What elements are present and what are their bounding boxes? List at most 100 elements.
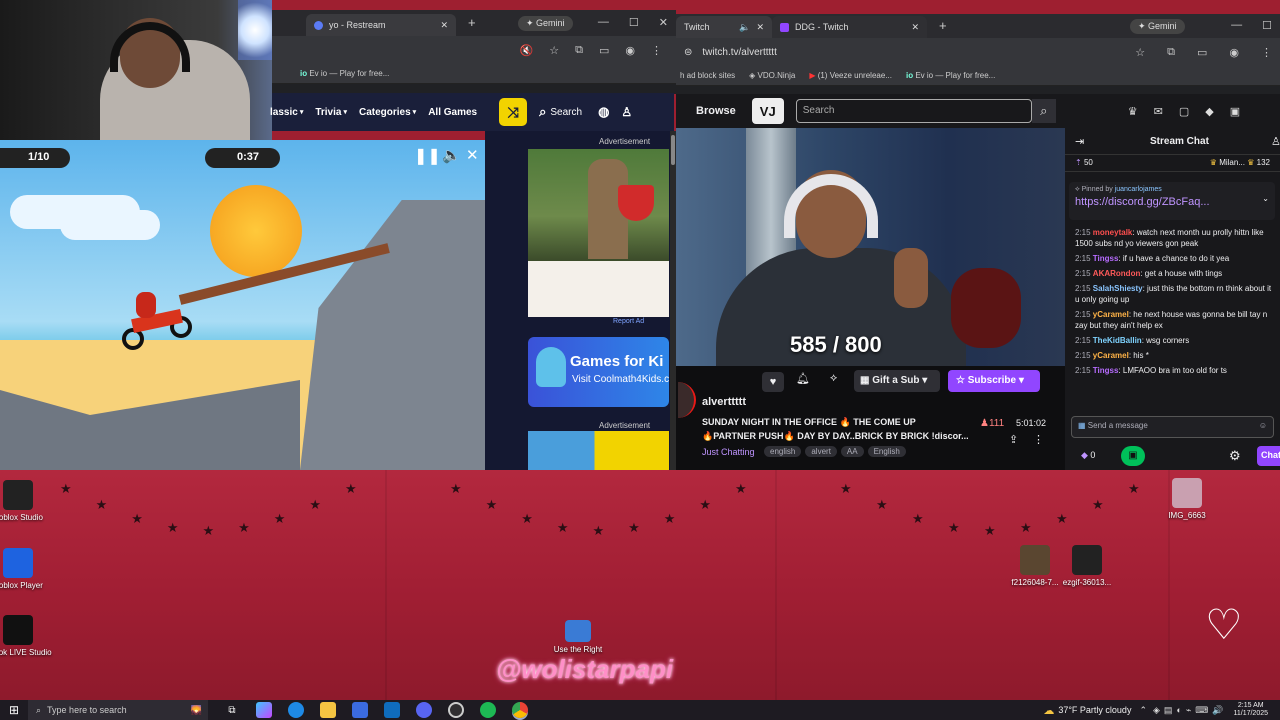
chat-username[interactable]: Tingss bbox=[1093, 254, 1119, 263]
gift-sub-button[interactable]: ▦ Gift a Sub ▾ bbox=[854, 370, 940, 392]
site-info-icon[interactable]: ⊜ bbox=[684, 47, 692, 58]
chat-username[interactable]: AKARondon bbox=[1093, 269, 1141, 278]
tray-chevron-icon[interactable]: ⌃ bbox=[1139, 705, 1147, 716]
file-explorer-icon[interactable] bbox=[320, 702, 336, 718]
close-icon[interactable]: ✕ bbox=[756, 22, 764, 33]
gemini-button[interactable]: ✦ Gemini bbox=[1130, 19, 1185, 34]
pause-button[interactable]: ❚❚ bbox=[414, 146, 441, 168]
report-ad-link[interactable]: Report Ad bbox=[613, 318, 644, 325]
emote-icon[interactable]: ▦ bbox=[1078, 421, 1088, 430]
share-icon[interactable]: ⇪ bbox=[1009, 433, 1018, 446]
more-icon[interactable]: ⋮ bbox=[1033, 433, 1044, 446]
tag[interactable]: alvert bbox=[805, 446, 837, 457]
nav-item[interactable]: All Games bbox=[428, 107, 477, 118]
bookmark-evio[interactable]: io Ev io — Play for free... bbox=[300, 69, 389, 78]
profile-icon[interactable]: ◉ bbox=[625, 44, 635, 57]
ad-bottom-image[interactable] bbox=[528, 431, 669, 471]
minimize-icon[interactable]: — bbox=[598, 16, 609, 29]
browse-link[interactable]: Browse bbox=[696, 105, 736, 117]
discord-icon[interactable] bbox=[416, 702, 432, 718]
close-icon[interactable]: ✕ bbox=[911, 22, 919, 33]
desktop-icon-image-2[interactable]: ezgif-36013... bbox=[1052, 545, 1122, 587]
subscribe-button[interactable]: ☆ Subscribe ▾ bbox=[948, 370, 1040, 392]
clock[interactable]: 2:15 AM 11/17/2025 bbox=[1233, 702, 1268, 718]
globe-icon[interactable]: ◍ bbox=[598, 104, 609, 120]
bookmark-item[interactable]: ▶ (1) Veeze unreleae... bbox=[809, 71, 892, 80]
menu-icon[interactable]: ⋮ bbox=[651, 44, 662, 57]
maximize-icon[interactable]: ☐ bbox=[1262, 19, 1272, 32]
obs-icon[interactable] bbox=[448, 702, 464, 718]
pin-icon[interactable]: ⟡ bbox=[830, 372, 837, 385]
star-icon[interactable]: ☆ bbox=[549, 44, 559, 57]
category-link[interactable]: Just Chatting bbox=[702, 447, 755, 457]
channel-logo[interactable]: VJ bbox=[751, 98, 784, 124]
weather-text[interactable]: 37°F Partly cloudy bbox=[1058, 705, 1131, 715]
chat-input[interactable]: ▦ Send a message ☺ bbox=[1071, 416, 1274, 438]
claim-bonus-button[interactable]: ▣ bbox=[1121, 446, 1145, 466]
channel-points[interactable]: ◆ 0 bbox=[1081, 450, 1095, 461]
drops-icon[interactable]: ◆ bbox=[1205, 105, 1213, 118]
nav-item[interactable]: Trivia bbox=[315, 107, 341, 118]
desktop-icon-tiktok-live[interactable]: TikTok LIVE Studio bbox=[0, 615, 53, 657]
channel-avatar[interactable] bbox=[678, 382, 696, 418]
maximize-icon[interactable]: ☐ bbox=[629, 16, 639, 29]
extension-icon[interactable]: ⧉ bbox=[575, 44, 583, 57]
spotify-icon[interactable] bbox=[480, 702, 496, 718]
bookmark-item[interactable]: h ad block sites bbox=[680, 71, 735, 80]
whisper-icon[interactable]: ▢ bbox=[1179, 105, 1189, 118]
chrome-icon[interactable] bbox=[512, 702, 528, 718]
desktop-icon-roblox-player[interactable]: Roblox Player bbox=[0, 548, 53, 590]
users-icon[interactable]: ♙ bbox=[1271, 135, 1280, 148]
url-field[interactable]: twitch.tv/alverttttt bbox=[702, 47, 1125, 58]
outlook-icon[interactable] bbox=[384, 702, 400, 718]
heart-button[interactable]: ♥ bbox=[762, 372, 784, 392]
chevron-down-icon[interactable]: ⌄ bbox=[1262, 194, 1269, 203]
games-for-kids-banner[interactable]: Games for Ki Visit Coolmath4Kids.c bbox=[528, 337, 669, 407]
pinned-link[interactable]: https://discord.gg/ZBcFaq... bbox=[1075, 196, 1269, 208]
tag[interactable]: AA bbox=[840, 446, 864, 457]
minimize-icon[interactable]: — bbox=[1231, 19, 1242, 32]
new-tab-icon[interactable]: + bbox=[468, 15, 476, 30]
sound-icon[interactable]: 🔈 bbox=[442, 146, 461, 164]
prime-icon[interactable]: ▣ bbox=[1230, 105, 1240, 118]
chat-username[interactable]: TheKidBallin bbox=[1093, 336, 1142, 345]
bell-button[interactable]: 🔔︎ bbox=[796, 372, 810, 385]
chat-username[interactable]: SalahShiesty bbox=[1093, 284, 1143, 293]
gemini-button[interactable]: ✦ Gemini bbox=[518, 16, 573, 31]
desktop-icon-image-3[interactable]: IMG_6663 bbox=[1152, 478, 1222, 520]
game-canvas[interactable]: 1/10 0:37 ❚❚ 🔈 ✕ bbox=[0, 140, 485, 470]
star-icon[interactable]: ☆ bbox=[1135, 46, 1145, 59]
close-icon[interactable]: ✕ bbox=[440, 20, 448, 31]
twitch-search-input[interactable]: Search bbox=[795, 99, 1032, 123]
stream-video[interactable]: 585 / 800 bbox=[676, 128, 1065, 366]
sidebar-icon[interactable]: ▭ bbox=[1197, 46, 1207, 59]
collapse-icon[interactable]: ⇥ bbox=[1075, 135, 1084, 148]
bits-icon[interactable]: ☺ bbox=[1259, 421, 1267, 430]
shuffle-button[interactable]: ⤨ bbox=[499, 98, 528, 126]
desktop-icon-roblox-studio[interactable]: Roblox Studio bbox=[0, 480, 53, 522]
chat-username[interactable]: yCaramel bbox=[1093, 310, 1129, 319]
windows-start-icon[interactable]: ⊞ bbox=[6, 702, 22, 718]
desktop-icon-use-the-right[interactable]: Use the Right bbox=[543, 620, 613, 654]
chat-username[interactable]: yCaramel bbox=[1093, 351, 1129, 360]
task-view-icon[interactable]: ⧉ bbox=[224, 702, 240, 718]
store-icon[interactable] bbox=[352, 702, 368, 718]
crown-icon[interactable]: ♛ bbox=[1128, 105, 1138, 118]
nav-item[interactable]: Categories bbox=[359, 107, 411, 118]
bookmark-item[interactable]: io Ev io — Play for free... bbox=[906, 71, 995, 80]
mute-icon[interactable]: 🔇 bbox=[520, 44, 534, 57]
channel-name[interactable]: alverttttt bbox=[702, 396, 746, 408]
search-link[interactable]: Search bbox=[550, 107, 582, 118]
chat-username[interactable]: Tingss bbox=[1093, 366, 1119, 375]
ad-image[interactable] bbox=[528, 149, 669, 261]
nav-item[interactable]: lassic bbox=[270, 107, 298, 118]
tray-icons[interactable]: ◈▤◐⌁⌨🔊 bbox=[1153, 705, 1227, 716]
extension-icon[interactable]: ⧉ bbox=[1167, 46, 1175, 59]
copilot-icon[interactable] bbox=[256, 702, 272, 718]
menu-icon[interactable]: ⋮ bbox=[1261, 46, 1272, 59]
tab-ddg-twitch[interactable]: DDG - Twitch ✕ bbox=[772, 16, 927, 38]
new-tab-icon[interactable]: + bbox=[939, 18, 947, 33]
bookmark-item[interactable]: ◈ VDO.Ninja bbox=[749, 71, 795, 80]
sidebar-icon[interactable]: ▭ bbox=[599, 44, 609, 57]
ad-products[interactable] bbox=[528, 261, 669, 317]
